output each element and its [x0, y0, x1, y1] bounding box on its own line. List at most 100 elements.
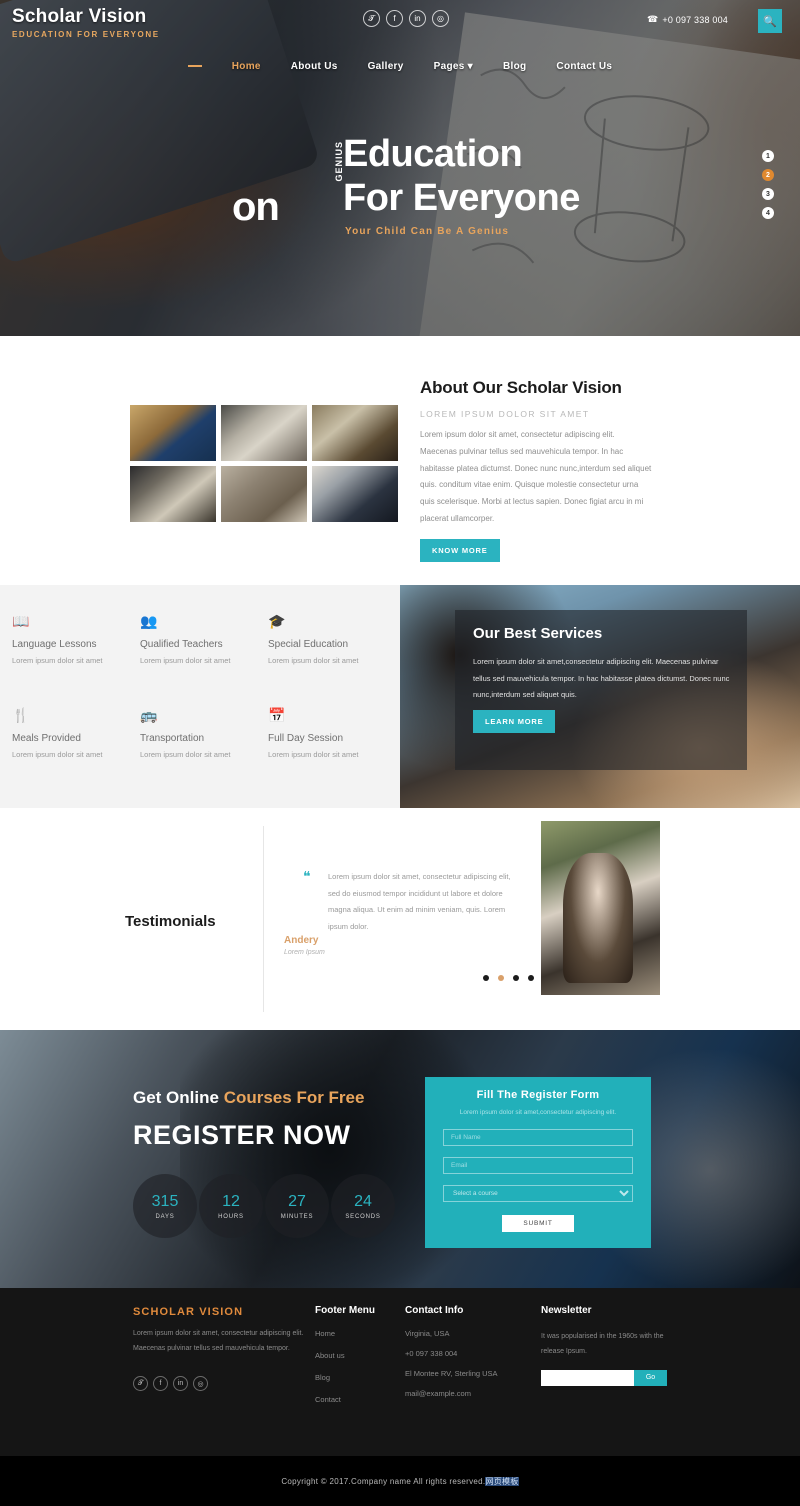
- about-body: Lorem ipsum dolor sit amet, consectetur …: [420, 430, 652, 523]
- service-item-special-education[interactable]: 🎓 Special Education Lorem ipsum dolor si…: [268, 613, 396, 665]
- countdown-days-label: DAYS: [155, 1213, 175, 1220]
- hero-headline-line1: Education: [343, 133, 523, 175]
- brand-name: Scholar Vision: [12, 6, 147, 27]
- course-select[interactable]: Select a course: [443, 1185, 633, 1203]
- footer-link-contact[interactable]: Contact: [315, 1395, 375, 1404]
- testimonials-section: Testimonials ❝ Lorem ipsum dolor sit ame…: [0, 808, 800, 1030]
- main-navigation: Home About Us Gallery Pages ▾ Blog Conta…: [0, 55, 800, 77]
- footer-link-about-us[interactable]: About us: [315, 1351, 375, 1360]
- hero-slide-dot-1[interactable]: 1: [762, 150, 774, 162]
- service-title: Special Education: [268, 639, 349, 650]
- hero-subtitle: Your Child Can Be A Genius: [345, 226, 510, 237]
- bus-icon: 🚌: [140, 707, 158, 723]
- about-title: About Our Scholar Vision: [420, 378, 622, 397]
- twitter-icon[interactable]: 𝓣: [363, 10, 380, 27]
- quote-icon: ❝: [303, 868, 311, 884]
- learn-more-button[interactable]: LEARN MORE: [473, 709, 556, 733]
- testimonial-dots: [483, 975, 534, 981]
- register-section: Get Online Courses For Free REGISTER NOW…: [0, 1030, 800, 1288]
- submit-button[interactable]: SUBMIT: [502, 1215, 574, 1233]
- testimonial-dot-1[interactable]: [483, 975, 489, 981]
- nav-item-blog[interactable]: Blog: [503, 61, 526, 72]
- service-desc: Lorem ipsum dolor sit amet: [12, 750, 103, 759]
- linkedin-icon[interactable]: in: [409, 10, 426, 27]
- footer-contact-column: Contact Info Virginia, USA +0 097 338 00…: [405, 1305, 498, 1409]
- countdown-hours-label: HOURS: [218, 1213, 244, 1220]
- nav-pages-label: Pages: [433, 60, 465, 72]
- dribbble-icon[interactable]: ◎: [432, 10, 449, 27]
- about-photo-1[interactable]: [130, 405, 216, 461]
- twitter-icon[interactable]: 𝓣: [133, 1376, 148, 1391]
- hero-slide-indicators: 1 2 3 4: [762, 150, 774, 226]
- copyright-label: Copyright © 2017.Company name All rights…: [281, 1476, 486, 1486]
- header-social-links: 𝓣 f in ◎: [363, 10, 449, 27]
- know-more-button[interactable]: KNOW MORE: [420, 538, 500, 562]
- full-name-input[interactable]: [443, 1129, 633, 1147]
- active-nav-dash: [187, 65, 202, 67]
- register-eyebrow-highlight: Courses: [223, 1088, 292, 1107]
- brand-logo[interactable]: Scholar Vision Education For Everyone: [12, 6, 160, 39]
- nav-item-pages[interactable]: Pages ▾: [434, 61, 473, 72]
- facebook-icon[interactable]: f: [386, 10, 403, 27]
- register-form: Fill The Register Form Lorem ipsum dolor…: [425, 1077, 651, 1248]
- countdown-seconds-value: 24: [354, 1192, 372, 1210]
- book-icon: 📖: [12, 613, 30, 629]
- facebook-icon[interactable]: f: [153, 1376, 168, 1391]
- countdown-days-value: 315: [151, 1192, 179, 1210]
- footer-contact-title: Contact Info: [405, 1305, 464, 1316]
- phone-number: +0 097 338 004: [662, 14, 728, 25]
- countdown-minutes-label: MINUTES: [280, 1213, 314, 1220]
- users-icon: 👥: [140, 613, 158, 629]
- footer-about-text: Lorem ipsum dolor sit amet, consectetur …: [133, 1330, 304, 1353]
- hero-slide-dot-4[interactable]: 4: [762, 207, 774, 219]
- services-list-panel: 📖 Language Lessons Lorem ipsum dolor sit…: [0, 585, 400, 808]
- about-photo-4[interactable]: [130, 466, 216, 522]
- testimonial-author-role: Lorem Ipsum: [284, 949, 325, 956]
- linkedin-icon[interactable]: in: [173, 1376, 188, 1391]
- testimonial-dot-3[interactable]: [513, 975, 519, 981]
- contact-location: Virginia, USA: [405, 1329, 450, 1338]
- graduation-cap-icon: 🎓: [268, 613, 286, 629]
- service-item-full-day-session[interactable]: 📅 Full Day Session Lorem ipsum dolor sit…: [268, 707, 396, 759]
- newsletter-go-button[interactable]: Go: [634, 1369, 667, 1386]
- testimonials-title: Testimonials: [125, 913, 216, 930]
- service-item-language-lessons[interactable]: 📖 Language Lessons Lorem ipsum dolor sit…: [12, 613, 140, 665]
- service-item-qualified-teachers[interactable]: 👥 Qualified Teachers Lorem ipsum dolor s…: [140, 613, 268, 665]
- service-desc: Lorem ipsum dolor sit amet: [140, 656, 231, 665]
- page-root: Scholar Vision Education For Everyone 𝓣 …: [0, 0, 800, 1506]
- service-desc: Lorem ipsum dolor sit amet: [140, 750, 231, 759]
- footer-social-links: 𝓣 f in ◎: [133, 1376, 208, 1391]
- service-item-meals-provided[interactable]: 🍴 Meals Provided Lorem ipsum dolor sit a…: [12, 707, 140, 759]
- contact-email[interactable]: mail@example.com: [405, 1389, 498, 1398]
- countdown-seconds-label: SECONDS: [345, 1213, 381, 1220]
- about-photo-6[interactable]: [312, 466, 398, 522]
- hero-slide-dot-3[interactable]: 3: [762, 188, 774, 200]
- hero-slide-dot-2[interactable]: 2: [762, 169, 774, 181]
- service-title: Meals Provided: [12, 733, 81, 744]
- footer-menu-title: Footer Menu: [315, 1305, 375, 1316]
- footer-section: SCHOLAR VISION Lorem ipsum dolor sit ame…: [0, 1288, 800, 1456]
- register-form-title: Fill The Register Form: [476, 1089, 600, 1101]
- about-photo-3[interactable]: [312, 405, 398, 461]
- services-section: 📖 Language Lessons Lorem ipsum dolor sit…: [0, 585, 800, 808]
- email-input[interactable]: [443, 1157, 633, 1175]
- footer-link-home[interactable]: Home: [315, 1329, 375, 1338]
- dribbble-icon[interactable]: ◎: [193, 1376, 208, 1391]
- about-photo-2[interactable]: [221, 405, 307, 461]
- testimonial-dot-2[interactable]: [498, 975, 504, 981]
- services-image-panel: Our Best Services Lorem ipsum dolor sit …: [400, 585, 800, 808]
- nav-item-contact-us[interactable]: Contact Us: [556, 61, 612, 72]
- newsletter-email-input[interactable]: [541, 1369, 634, 1386]
- footer-link-blog[interactable]: Blog: [315, 1373, 375, 1382]
- nav-item-home[interactable]: Home: [232, 61, 261, 72]
- search-button[interactable]: 🔍: [758, 9, 782, 33]
- nav-item-gallery[interactable]: Gallery: [368, 61, 404, 72]
- top-bar: Scholar Vision Education For Everyone 𝓣 …: [0, 0, 800, 45]
- service-item-transportation[interactable]: 🚌 Transportation Lorem ipsum dolor sit a…: [140, 707, 268, 759]
- utensils-icon: 🍴: [12, 707, 30, 723]
- about-photo-5[interactable]: [221, 466, 307, 522]
- testimonial-dot-4[interactable]: [528, 975, 534, 981]
- calendar-check-icon: 📅: [268, 707, 286, 723]
- nav-item-about-us[interactable]: About Us: [291, 61, 338, 72]
- countdown-minutes-value: 27: [288, 1192, 306, 1210]
